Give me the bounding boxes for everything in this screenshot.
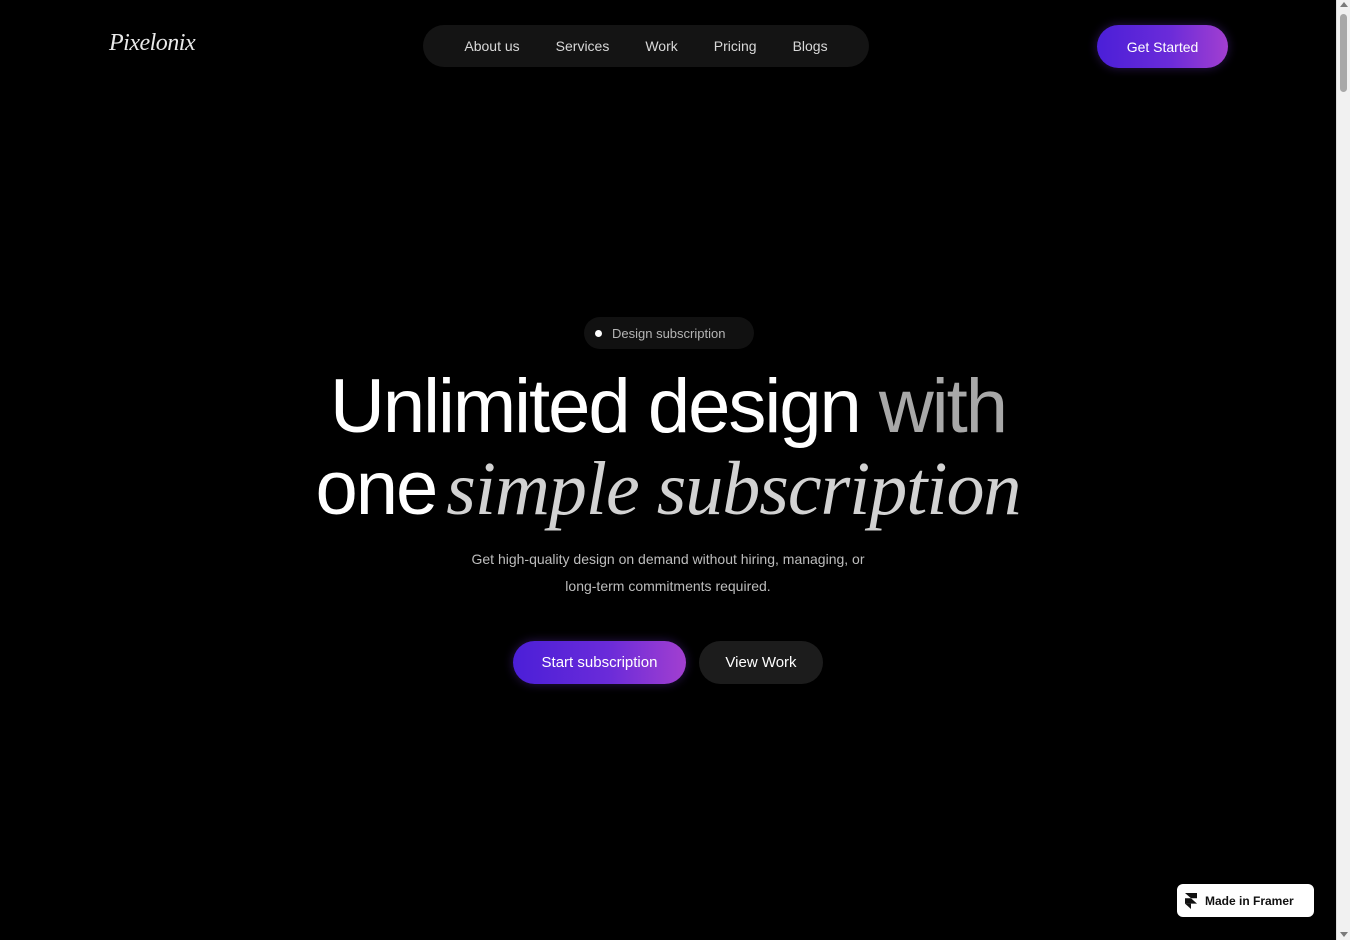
framer-badge-label: Made in Framer [1205,893,1294,908]
made-in-framer-badge[interactable]: Made in Framer [1177,884,1314,917]
nav-item-work[interactable]: Work [645,38,677,54]
hero-headline-line2: one simple subscription [0,441,1336,537]
hero-headline-line1: Unlimited design with [0,362,1336,452]
nav-item-blogs[interactable]: Blogs [793,38,828,54]
get-started-button[interactable]: Get Started [1097,25,1228,68]
start-subscription-button[interactable]: Start subscription [513,641,686,684]
page-scrollbar[interactable] [1336,0,1350,940]
nav-item-about-us[interactable]: About us [464,38,519,54]
badge-label: Design subscription [612,325,726,341]
view-work-button[interactable]: View Work [699,641,823,684]
scrollbar-thumb[interactable] [1340,14,1347,92]
dot-icon [595,329,602,337]
landing-page: Pixelonix About us Services Work Pricing… [0,0,1336,940]
nav-item-pricing[interactable]: Pricing [714,38,757,54]
brand-logo[interactable]: Pixelonix [109,30,196,57]
headline-text-dim: with [878,364,1008,449]
headline-text-serif: simple subscription [446,447,1021,531]
framer-icon [1185,892,1197,909]
scroll-down-arrow-icon[interactable] [1340,932,1348,937]
headline-text-plain: one [315,446,438,531]
scroll-up-arrow-icon[interactable] [1340,2,1348,7]
main-nav: About us Services Work Pricing Blogs [423,25,869,67]
headline-text-bright: Unlimited design [329,364,862,449]
design-subscription-badge: Design subscription [584,317,754,349]
hero-subtext: Get high-quality design on demand withou… [0,546,1336,600]
subtext-line-2: long-term commitments required. [565,578,771,594]
subtext-line-1: Get high-quality design on demand withou… [471,551,865,567]
nav-item-services[interactable]: Services [556,38,610,54]
